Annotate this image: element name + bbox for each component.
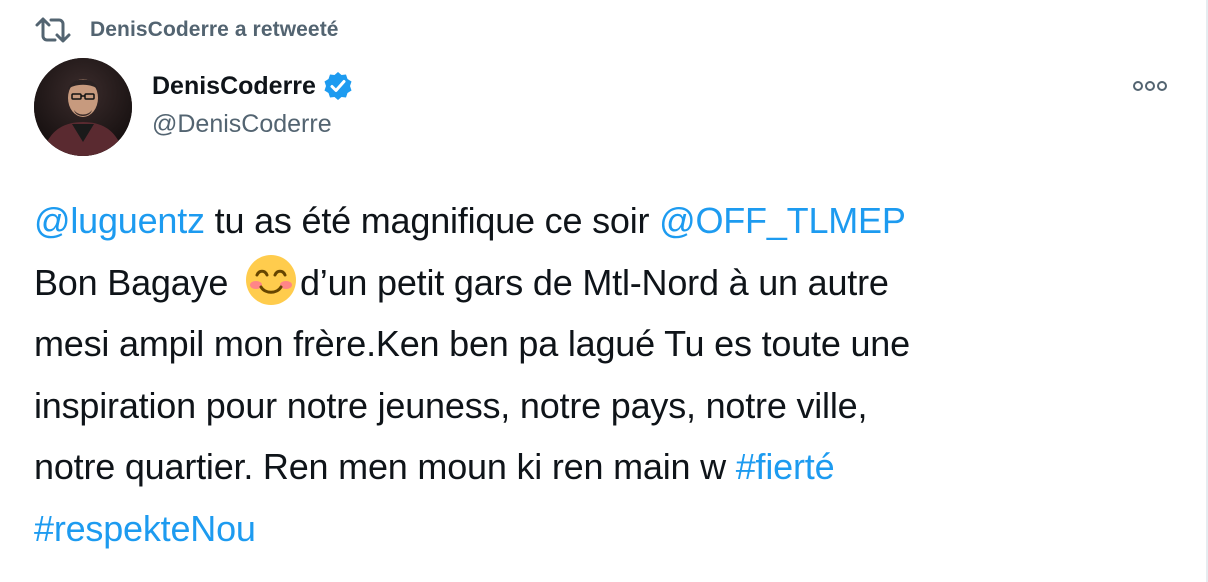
tweet-line-1: @luguentz tu as été magnifique ce soir @… xyxy=(34,190,1174,252)
author-block[interactable]: DenisCoderre @DenisCoderre xyxy=(152,66,354,139)
hashtag-link[interactable]: #fierté xyxy=(736,446,835,487)
verified-badge-icon xyxy=(322,70,354,102)
hashtag-link[interactable]: #respekteNou xyxy=(34,508,256,549)
more-options-icon xyxy=(1133,81,1167,91)
tweet-text-segment: d’un petit gars de Mtl-Nord à un autre xyxy=(299,261,889,303)
author-handle[interactable]: @DenisCoderre xyxy=(152,110,354,139)
tweet-text-segment: Bon Bagaye xyxy=(34,261,238,303)
more-options-button[interactable] xyxy=(1130,76,1170,96)
avatar[interactable] xyxy=(34,58,132,156)
tweet-line-2: Bon Bagaye d’un petit gars de Mtl-Nord à… xyxy=(34,252,1174,314)
tweet-line-5: notre quartier. Ren men moun ki ren main… xyxy=(34,436,1174,498)
tweet-text-segment: notre quartier. Ren men moun ki ren main… xyxy=(34,446,736,487)
retweet-context[interactable]: DenisCoderre a retweeté xyxy=(34,14,339,46)
tweet-line-3: mesi ampil mon frère.Ken ben pa lagué Tu… xyxy=(34,323,910,364)
tweet-line-6: #respekteNou xyxy=(34,498,1174,560)
author-display-name[interactable]: DenisCoderre xyxy=(152,72,316,101)
tweet-card[interactable]: DenisCoderre a retweeté DenisCoderre @De… xyxy=(0,0,1208,582)
tweet-line-4: inspiration pour notre jeuness, notre pa… xyxy=(34,384,868,426)
tweet-text-segment: tu as été magnifique ce soir xyxy=(204,200,660,241)
tweet-body: @luguentz tu as été magnifique ce soir @… xyxy=(34,190,1174,559)
mention-link[interactable]: @OFF_TLMEP xyxy=(659,200,906,241)
mention-link[interactable]: @luguentz xyxy=(34,200,205,241)
retweet-icon xyxy=(34,14,72,46)
retweet-label[interactable]: DenisCoderre a retweeté xyxy=(90,18,339,42)
smiling-face-emoji-icon xyxy=(244,253,298,307)
